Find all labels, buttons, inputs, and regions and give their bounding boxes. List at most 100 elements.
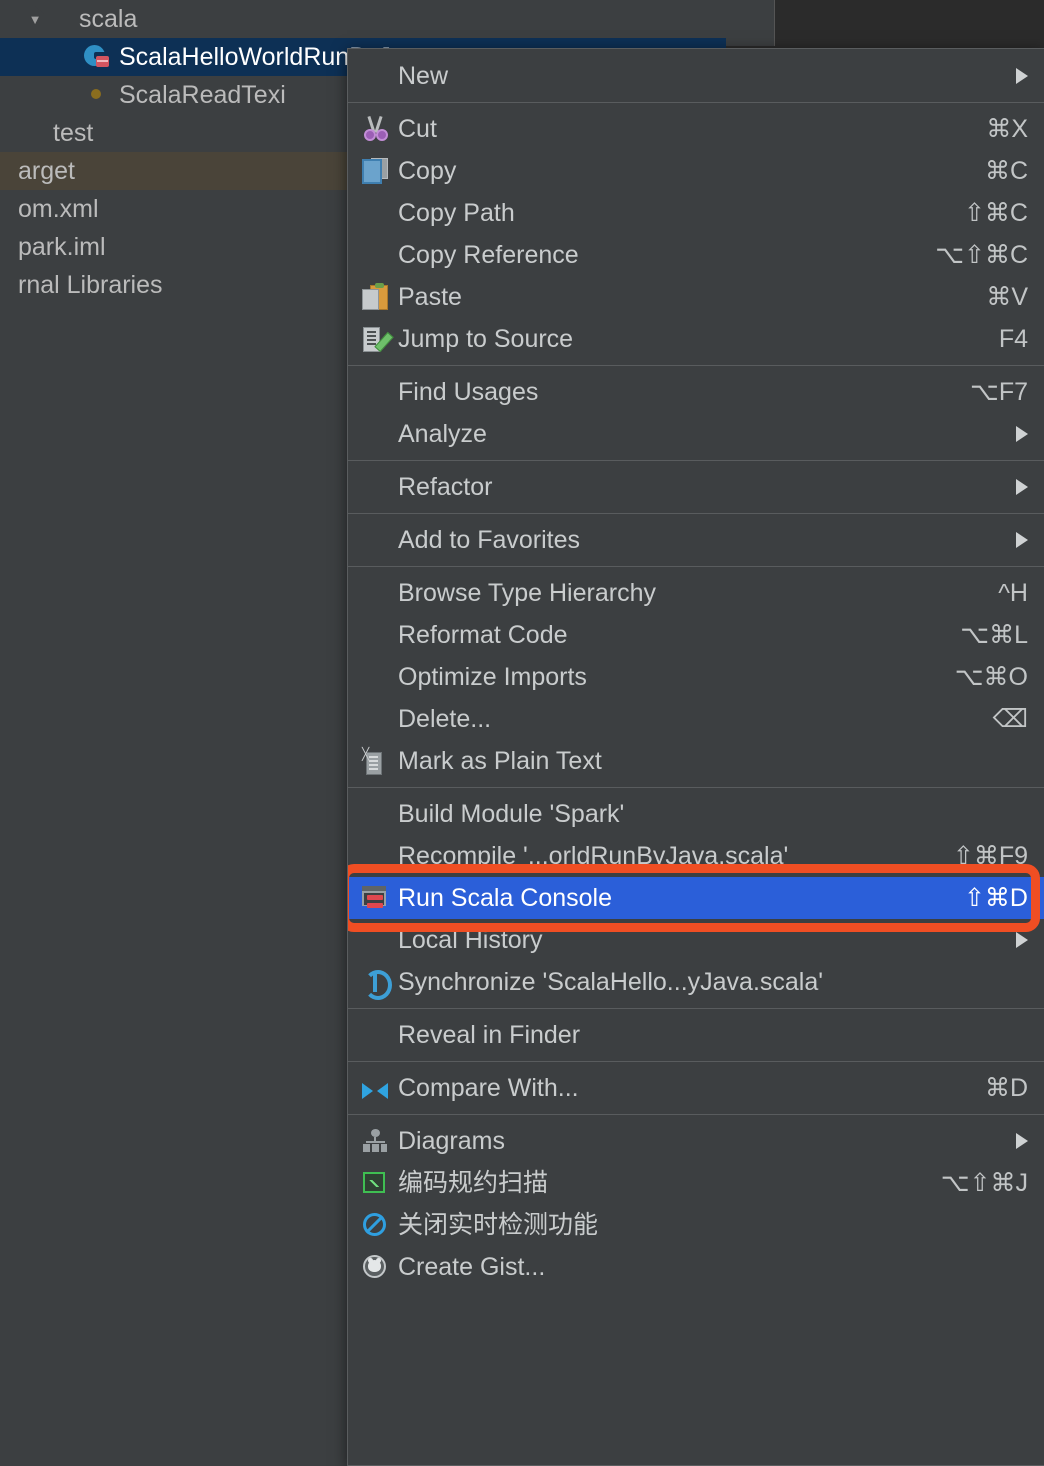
menu-item[interactable]: New [348, 55, 1044, 97]
menu-item[interactable]: Build Module 'Spark' [348, 793, 1044, 835]
menu-item-icon [358, 198, 392, 228]
menu-item-shortcut: ⌫ [992, 704, 1028, 733]
menu-item[interactable]: 编码规约扫描 ⌥⇧⌘J [348, 1162, 1044, 1204]
submenu-chevron-right-icon[interactable] [1016, 532, 1028, 548]
tree-item-icon [84, 44, 110, 70]
menu-item-label: Browse Type Hierarchy [398, 578, 656, 607]
menu-item-icon [358, 704, 392, 734]
compare-icon [361, 1075, 389, 1101]
menu-item[interactable]: Copy Reference ⌥⇧⌘C [348, 234, 1044, 276]
plain-text-icon: ╳ [362, 748, 388, 775]
menu-item-label: 编码规约扫描 [398, 1168, 549, 1197]
menu-item-icon [358, 578, 392, 608]
context-menu[interactable]: New Cut ⌘X Copy ⌘C Copy Path ⇧⌘C Copy Reference… [347, 48, 1044, 1466]
menu-item[interactable]: Reveal in Finder [348, 1014, 1044, 1056]
menu-item-label: Analyze [398, 419, 487, 448]
menu-item[interactable]: Synchronize 'ScalaHello...yJava.scala' [348, 961, 1044, 1003]
gist-icon [362, 1254, 388, 1280]
menu-item[interactable]: ╳ Mark as Plain Text [348, 740, 1044, 782]
icon-placeholder [362, 706, 388, 732]
menu-item-icon [358, 156, 392, 186]
menu-item-label: Local History [398, 925, 543, 954]
menu-item[interactable]: Create Gist... [348, 1246, 1044, 1288]
menu-item-label: Create Gist... [398, 1252, 546, 1281]
tree-item-label: test [53, 118, 94, 147]
menu-item[interactable]: Diagrams [348, 1120, 1044, 1162]
menu-item[interactable]: Paste ⌘V [348, 276, 1044, 318]
menu-item[interactable]: Browse Type Hierarchy ^H [348, 572, 1044, 614]
menu-item[interactable]: Add to Favorites [348, 519, 1044, 561]
menu-item[interactable]: Copy ⌘C [348, 150, 1044, 192]
tree-item-label: ScalaReadTexi [119, 80, 286, 109]
menu-item[interactable]: Cut ⌘X [348, 108, 1044, 150]
menu-item-icon [358, 525, 392, 555]
menu-item[interactable]: 关闭实时检测功能 [348, 1204, 1044, 1246]
tree-expand-arrow-icon[interactable]: ▼ [26, 13, 44, 26]
tree-item-icon [18, 120, 44, 146]
icon-placeholder [362, 927, 388, 953]
menu-item-shortcut: ^H [998, 578, 1028, 607]
diagrams-icon [362, 1128, 388, 1154]
icon-placeholder [362, 379, 388, 405]
icon-placeholder [362, 1022, 388, 1048]
submenu-chevron-right-icon[interactable] [1016, 426, 1028, 442]
icon-placeholder [362, 843, 388, 869]
menu-item-label: Paste [398, 282, 462, 311]
paste-icon [362, 283, 388, 310]
copy-icon [362, 158, 388, 184]
icon-placeholder [362, 200, 388, 226]
menu-item-shortcut: ⇧⌘C [963, 198, 1028, 227]
menu-item-shortcut: ⌥⇧⌘C [935, 240, 1028, 269]
menu-item-icon [358, 1210, 392, 1240]
tree-item-label: scala [79, 4, 138, 33]
menu-separator [348, 365, 1044, 366]
menu-item[interactable]: Local History [348, 919, 1044, 961]
menu-item-label: Run Scala Console [398, 883, 613, 912]
menu-item-shortcut: ⌘D [984, 1073, 1028, 1102]
menu-item-icon [358, 114, 392, 144]
menu-item-label: Diagrams [398, 1126, 505, 1155]
menu-item-shortcut: F4 [998, 324, 1028, 353]
menu-item-icon [358, 1252, 392, 1282]
menu-separator [348, 787, 1044, 788]
menu-item[interactable]: Run Scala Console ⇧⌘D [348, 877, 1044, 919]
menu-item[interactable]: Delete... ⌫ [348, 698, 1044, 740]
menu-item-icon [358, 240, 392, 270]
menu-separator [348, 1114, 1044, 1115]
tree-item-icon [84, 82, 110, 108]
disable-icon [362, 1212, 388, 1238]
tree-row[interactable]: ▼ scala [0, 0, 686, 38]
menu-item-shortcut: ⌘X [986, 114, 1028, 143]
menu-item-shortcut: ⌘V [986, 282, 1028, 311]
menu-item-label: Add to Favorites [398, 525, 581, 554]
menu-item[interactable]: Analyze [348, 413, 1044, 455]
menu-item[interactable]: Compare With... ⌘D [348, 1067, 1044, 1109]
menu-item[interactable]: Copy Path ⇧⌘C [348, 192, 1044, 234]
menu-item[interactable]: Refactor [348, 466, 1044, 508]
menu-item-icon [358, 1020, 392, 1050]
menu-item[interactable]: Optimize Imports ⌥⌘O [348, 656, 1044, 698]
menu-item-label: Build Module 'Spark' [398, 799, 625, 828]
icon-placeholder [362, 622, 388, 648]
menu-item-label: Recompile '...orldRunByJava.scala' [398, 841, 789, 870]
menu-item[interactable]: Find Usages ⌥F7 [348, 371, 1044, 413]
menu-separator [348, 1061, 1044, 1062]
menu-separator [348, 460, 1044, 461]
submenu-chevron-right-icon[interactable] [1016, 68, 1028, 84]
icon-placeholder [362, 580, 388, 606]
menu-item-icon [358, 620, 392, 650]
menu-item-icon [358, 1168, 392, 1198]
menu-item-label: Reformat Code [398, 620, 568, 649]
menu-item[interactable]: Reformat Code ⌥⌘L [348, 614, 1044, 656]
submenu-chevron-right-icon[interactable] [1016, 479, 1028, 495]
icon-placeholder [362, 474, 388, 500]
menu-item-icon [358, 282, 392, 312]
menu-separator [348, 1008, 1044, 1009]
menu-item-label: 关闭实时检测功能 [398, 1210, 599, 1239]
submenu-chevron-right-icon[interactable] [1016, 932, 1028, 948]
submenu-chevron-right-icon[interactable] [1016, 1133, 1028, 1149]
menu-item[interactable]: Recompile '...orldRunByJava.scala' ⇧⌘F9 [348, 835, 1044, 877]
tree-item-label: om.xml [18, 194, 99, 223]
jump-to-source-icon [362, 326, 394, 353]
menu-item[interactable]: Jump to Source F4 [348, 318, 1044, 360]
